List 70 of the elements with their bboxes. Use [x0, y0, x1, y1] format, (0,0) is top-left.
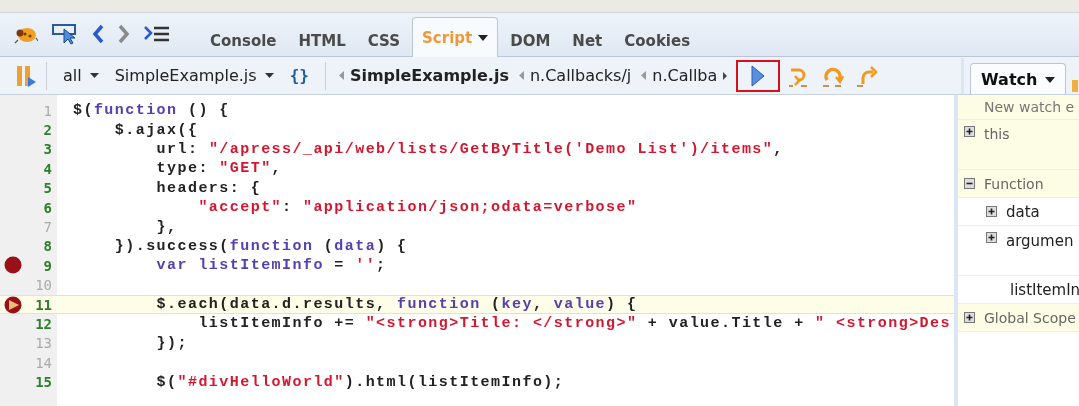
- line-number: 8: [43, 238, 53, 255]
- stack-crumb[interactable]: n.Callbacks/j: [513, 66, 637, 85]
- code-line: $("#divHelloWorld").html(listItemInfo);: [155, 373, 565, 391]
- line-number: 13: [35, 335, 53, 352]
- watch-item-label: Function: [984, 175, 1044, 192]
- code-line: var listItemInfo = '';: [155, 257, 387, 275]
- watch-item-label: argumen: [1006, 232, 1074, 250]
- watch-item-label: data: [1006, 202, 1040, 221]
- breakpoint-icon[interactable]: [4, 256, 22, 275]
- watch-item-label: listItemIn: [1010, 280, 1079, 299]
- caret-icon: [89, 73, 99, 78]
- line-number: 9: [43, 257, 53, 274]
- chevron-right-icon: [723, 71, 728, 80]
- line-number: 11: [35, 296, 53, 313]
- panel-tab[interactable]: CSS: [357, 23, 411, 57]
- chevron-left-icon: [338, 71, 344, 80]
- caret-icon: [478, 34, 489, 41]
- line-number: 3: [43, 141, 53, 158]
- code-line: $.each(data.d.results, function (key, value) {: [155, 296, 638, 314]
- command-line-icon[interactable]: [144, 25, 170, 43]
- line-number: 1: [43, 102, 53, 119]
- code-line: });: [155, 334, 188, 352]
- code-line: type: "GET",: [155, 160, 283, 178]
- inspect-icon[interactable]: [52, 23, 78, 45]
- line-number: 4: [43, 160, 53, 177]
- chevron-left-icon: [518, 71, 524, 80]
- code-line: },: [155, 218, 178, 236]
- line-number: 6: [43, 199, 53, 216]
- code-line: }).success(function (data) {: [113, 237, 408, 255]
- caret-icon: [1045, 76, 1056, 83]
- new-watch-field[interactable]: New watch e: [958, 95, 1079, 120]
- watch-item-label: this: [984, 126, 1010, 142]
- pretty-print-button[interactable]: {}: [281, 66, 317, 85]
- expand-icon[interactable]: [964, 126, 975, 137]
- line-number: 10: [35, 277, 53, 294]
- panel-tab[interactable]: Console: [200, 23, 287, 57]
- code-line: "accept": "application/json;odata=verbose": [197, 199, 638, 217]
- panel-icon: [1072, 78, 1079, 94]
- line-number: 7: [43, 219, 53, 236]
- panel-tab[interactable]: Cookies: [614, 23, 701, 57]
- panel-tab[interactable]: Net: [562, 23, 613, 57]
- collapse-icon[interactable]: [964, 178, 975, 189]
- code-line: url: "/apress/_api/web/lists/GetByTitle('Demo List')/items",: [155, 140, 784, 158]
- stack-crumb[interactable]: n.Callba: [636, 66, 733, 85]
- line-number: 2: [43, 122, 53, 139]
- line-number: 14: [35, 354, 53, 371]
- panel-tab[interactable]: DOM: [500, 23, 561, 57]
- caret-icon: [264, 73, 274, 78]
- code-line: listItemInfo += "<strong>Title: </strong>" + value.Title + " <strong>Des: [197, 315, 951, 333]
- expand-icon[interactable]: [964, 312, 975, 323]
- resume-button[interactable]: [736, 59, 781, 92]
- watch-tab[interactable]: Watch: [970, 63, 1067, 94]
- line-number: 12: [35, 316, 53, 332]
- chevron-left-icon: [641, 71, 647, 80]
- expand-icon[interactable]: [986, 206, 997, 217]
- file-dropdown[interactable]: SimpleExample.js: [106, 66, 282, 85]
- code-line: $(function () {: [72, 102, 230, 120]
- watch-item-label: Global Scope: [984, 309, 1076, 326]
- panel-tab[interactable]: HTML: [288, 23, 356, 57]
- expand-icon[interactable]: [986, 232, 997, 243]
- code-line: headers: {: [155, 179, 262, 197]
- line-number: 5: [43, 180, 53, 197]
- filter-dropdown[interactable]: all: [55, 66, 107, 85]
- line-number: 15: [35, 374, 53, 391]
- stack-crumb[interactable]: SimpleExample.js: [333, 66, 514, 85]
- play-icon: [751, 64, 766, 87]
- back-icon[interactable]: [92, 24, 104, 44]
- step-out-icon: [855, 63, 880, 88]
- forward-icon[interactable]: [118, 24, 130, 44]
- code-line: $.ajax({: [113, 121, 199, 139]
